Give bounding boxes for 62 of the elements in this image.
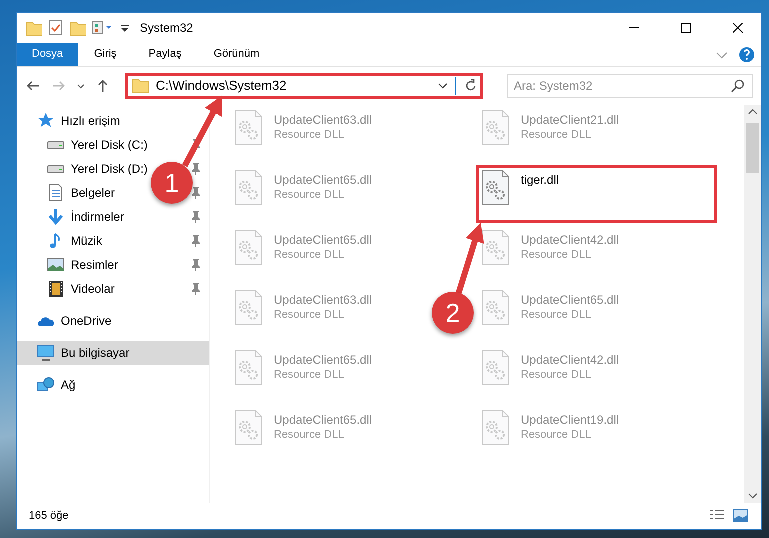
address-path: C:\Windows\System32 bbox=[156, 77, 288, 96]
maximize-icon bbox=[681, 23, 691, 33]
dll-file-icon bbox=[481, 170, 511, 206]
file-item[interactable]: tiger.dll bbox=[478, 167, 715, 221]
dll-file-icon bbox=[234, 410, 264, 446]
sidebar-item[interactable]: Hızlı erişim bbox=[17, 109, 209, 133]
sidebar-item[interactable]: Bu bilgisayar bbox=[17, 341, 209, 365]
file-type: Resource DLL bbox=[521, 248, 592, 263]
folder-icon bbox=[132, 77, 150, 95]
file-type: Resource DLL bbox=[274, 308, 346, 323]
properties-icon[interactable] bbox=[48, 20, 64, 36]
dll-file-icon bbox=[234, 110, 264, 146]
dll-file-icon bbox=[234, 290, 264, 326]
caret-icon bbox=[77, 84, 85, 88]
file-type: Resource DLL bbox=[274, 128, 346, 143]
sidebar-item[interactable]: Müzik bbox=[17, 229, 209, 253]
ribbon-tab[interactable]: Giriş bbox=[78, 43, 133, 66]
star-icon bbox=[37, 112, 55, 130]
drive-icon bbox=[47, 140, 65, 150]
sidebar-item[interactable]: Yerel Disk (C:) bbox=[17, 133, 209, 157]
dll-file-icon bbox=[234, 170, 264, 206]
ribbon-tab[interactable]: Dosya bbox=[17, 43, 78, 66]
address-field[interactable]: C:\Windows\System32 bbox=[125, 73, 483, 99]
dll-file-icon bbox=[481, 290, 511, 326]
dll-file-icon bbox=[481, 110, 511, 146]
film-icon bbox=[47, 280, 65, 298]
down-arrow-icon bbox=[47, 208, 65, 226]
dll-file-icon bbox=[481, 410, 511, 446]
picture-icon bbox=[47, 256, 65, 274]
sidebar-item[interactable]: İndirmeler bbox=[17, 205, 209, 229]
item-count: 165 öğe bbox=[29, 508, 69, 524]
scrollbar-thumb[interactable] bbox=[746, 123, 759, 173]
annotation-arrow bbox=[182, 96, 222, 168]
file-type: Resource DLL bbox=[274, 368, 346, 383]
sidebar-item[interactable]: OneDrive bbox=[17, 309, 209, 333]
dll-file-icon bbox=[481, 230, 511, 266]
file-type: Resource DLL bbox=[274, 248, 346, 263]
sidebar-item[interactable]: Ağ bbox=[17, 373, 209, 397]
drive-icon bbox=[47, 164, 65, 174]
file-type: Resource DLL bbox=[521, 428, 592, 443]
window-title: System32 bbox=[140, 20, 194, 37]
file-type: Resource DLL bbox=[274, 188, 346, 203]
ribbon-tab[interactable]: Görünüm bbox=[198, 43, 276, 66]
file-type: Resource DLL bbox=[521, 128, 592, 143]
document-icon bbox=[47, 184, 65, 202]
ribbon-tab[interactable]: Paylaş bbox=[132, 43, 198, 66]
file-type: Resource DLL bbox=[521, 308, 592, 323]
large-icons-view-icon[interactable] bbox=[733, 509, 749, 523]
dll-file-icon bbox=[481, 350, 511, 386]
file-type: Resource DLL bbox=[274, 428, 346, 443]
recent-locations-button[interactable] bbox=[77, 84, 85, 88]
search-field[interactable]: Ara: System32 bbox=[507, 74, 753, 98]
file-type: Resource DLL bbox=[521, 368, 592, 383]
dll-file-icon bbox=[234, 230, 264, 266]
sidebar-item[interactable]: Resimler bbox=[17, 253, 209, 277]
sidebar-item[interactable]: Videolar bbox=[17, 277, 209, 301]
network-icon bbox=[37, 376, 55, 394]
view-menu-icon[interactable] bbox=[92, 20, 114, 36]
close-icon bbox=[733, 23, 743, 33]
computer-icon bbox=[37, 344, 55, 362]
dll-file-icon bbox=[234, 350, 264, 386]
search-icon bbox=[731, 79, 745, 93]
